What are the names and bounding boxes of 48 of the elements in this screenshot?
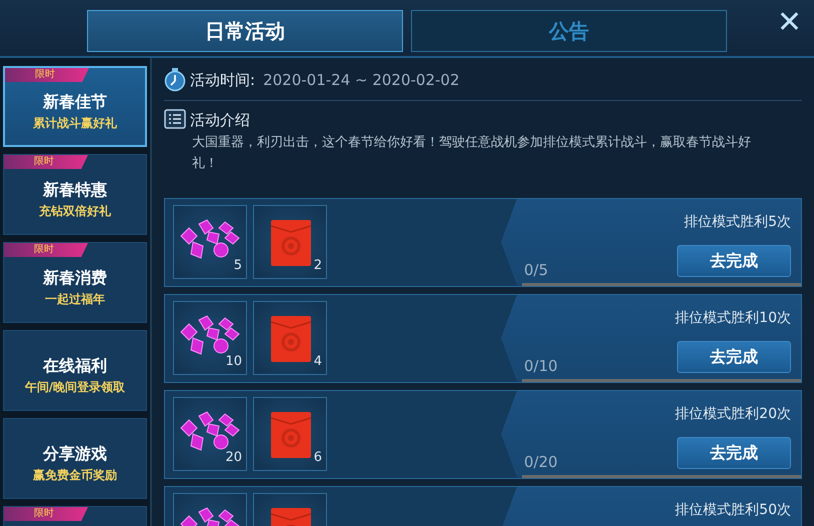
- tab[interactable]: 日常活动: [87, 10, 403, 52]
- sidebar-item[interactable]: 在线福利 午间/晚间登录领取: [3, 330, 147, 411]
- envelope-icon: [271, 316, 311, 362]
- complete-button[interactable]: 去完成: [677, 436, 791, 468]
- limited-tag: 限时: [4, 243, 88, 257]
- time-value: 2020-01-24 ~ 2020-02-02: [263, 70, 460, 91]
- sidebar-item[interactable]: 限时 新春佳节 累计战斗赢好礼: [3, 66, 147, 147]
- item-subtitle: 累计战斗赢好礼: [33, 114, 117, 132]
- reward-count: 2: [314, 257, 322, 275]
- task-title: 排位模式胜利50次: [675, 500, 791, 520]
- limited-tag: 限时: [4, 507, 88, 521]
- item-title: 分享游戏: [43, 442, 107, 464]
- sidebar-item[interactable]: 限时 新春特惠 充钻双倍好礼: [3, 154, 147, 235]
- progress-text: 0/10: [524, 356, 558, 377]
- complete-button[interactable]: 去完成: [677, 244, 791, 276]
- reward-count: 20: [225, 449, 242, 467]
- progress-text: 0/20: [524, 452, 558, 473]
- reward-count: 5: [234, 257, 242, 275]
- task-title: 排位模式胜利10次: [675, 308, 791, 328]
- progress-text: 0/5: [524, 260, 548, 281]
- sidebar-item[interactable]: 分享游戏 赢免费金币奖励: [3, 418, 147, 499]
- item-title: 新春特惠: [43, 178, 107, 200]
- reward-count: 10: [225, 353, 242, 371]
- sidebar-item[interactable]: 限时 新春消费 一起过福年: [3, 242, 147, 323]
- item-title: 新春佳节: [43, 90, 107, 112]
- item-title: 在线福利: [43, 354, 107, 376]
- envelope-icon: [271, 412, 311, 458]
- reward-count: 6: [314, 449, 322, 467]
- item-subtitle: 一起过福年: [45, 290, 105, 308]
- reward-count: 4: [314, 353, 322, 371]
- task-title: 排位模式胜利20次: [675, 404, 791, 424]
- item-subtitle: 充钻双倍好礼: [39, 202, 111, 220]
- sidebar-item[interactable]: 限时: [3, 506, 147, 526]
- envelope-icon: [271, 220, 311, 266]
- close-button[interactable]: ✕: [776, 8, 802, 38]
- limited-tag: 限时: [4, 155, 88, 169]
- time-label: 活动时间:: [190, 70, 256, 91]
- intro-title: 活动介绍: [190, 110, 250, 131]
- list-icon: [164, 109, 186, 132]
- limited-tag: 限时: [5, 68, 89, 82]
- intro-text: 大国重器，利刃出击，这个春节给你好看！驾驶任意战机参加排位模式累计战斗，赢取春节战斗好礼！: [191, 134, 752, 172]
- complete-button[interactable]: 去完成: [677, 340, 791, 372]
- task-title: 排位模式胜利5次: [684, 212, 791, 232]
- item-subtitle: 赢免费金币奖励: [33, 466, 117, 484]
- item-title: 新春消费: [43, 266, 107, 288]
- tab[interactable]: 公告: [411, 10, 727, 52]
- item-subtitle: 午间/晚间登录领取: [24, 378, 126, 396]
- stopwatch-icon: [164, 68, 186, 92]
